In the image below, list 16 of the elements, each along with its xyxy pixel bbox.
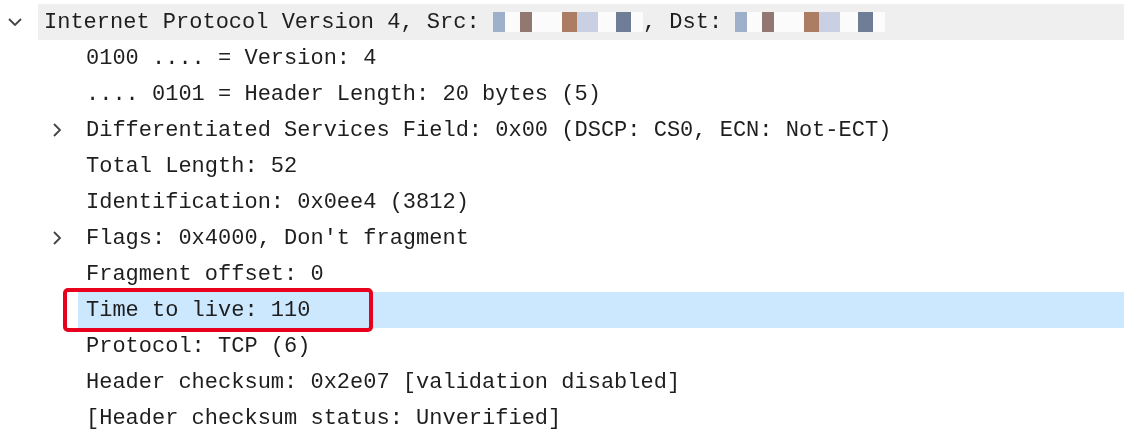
tree-item[interactable]: Time to live: 110 <box>78 292 1124 328</box>
tree-item-label: , Dst: <box>642 8 724 37</box>
tree-item-label: Internet Protocol Version 4, Src: <box>44 8 481 37</box>
chevron-right-icon[interactable] <box>50 123 64 137</box>
tree-item[interactable]: Flags: 0x4000, Don't fragment <box>78 220 1124 256</box>
chevron-right-icon[interactable] <box>50 231 64 245</box>
tree-item[interactable]: Header checksum: 0x2e07 [validation disabled] <box>78 364 1124 400</box>
tree-item[interactable]: Differentiated Services Field: 0x00 (DSCP: CS0, ECN: Not-ECT) <box>78 112 1124 148</box>
tree-item[interactable]: .... 0101 = Header Length: 20 bytes (5) <box>78 76 1124 112</box>
tree-item[interactable]: Identification: 0x0ee4 (3812) <box>78 184 1124 220</box>
tree-item[interactable]: Fragment offset: 0 <box>78 256 1124 292</box>
chevron-down-icon[interactable] <box>8 15 22 29</box>
tree-item[interactable]: 0100 .... = Version: 4 <box>78 40 1124 76</box>
tree-item[interactable]: Protocol: TCP (6) <box>78 328 1124 364</box>
tree-item[interactable]: Total Length: 52 <box>78 148 1124 184</box>
tree-item[interactable]: [Header checksum status: Unverified] <box>78 400 1124 436</box>
